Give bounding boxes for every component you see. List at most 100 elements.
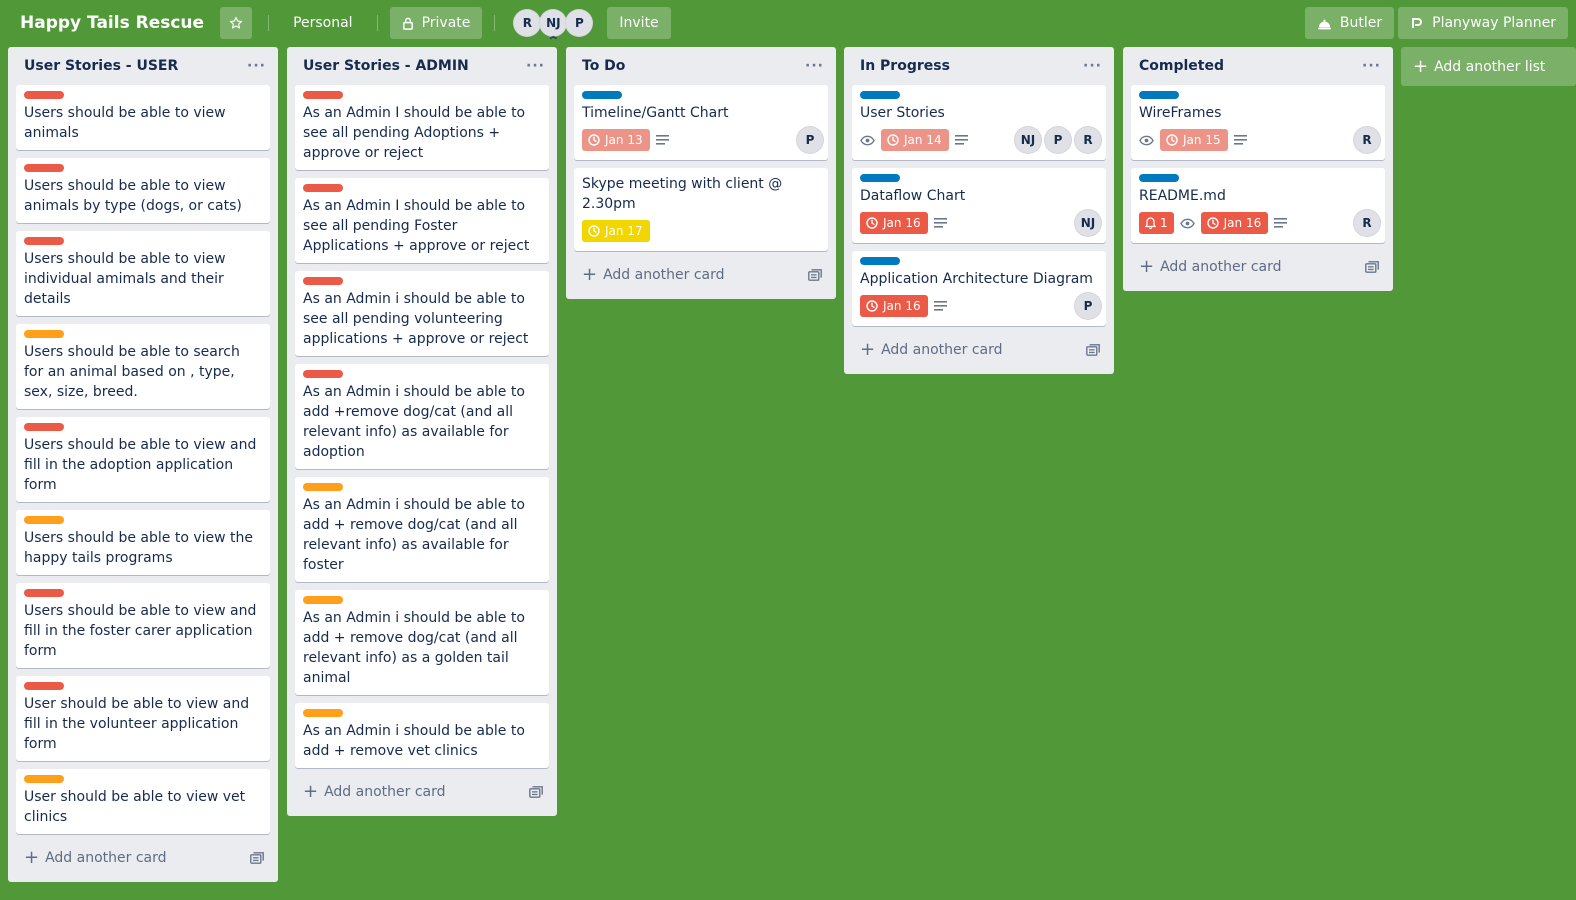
card-label	[24, 589, 64, 597]
member-avatar[interactable]: R	[1353, 209, 1381, 237]
admin-caret-icon: ︽	[549, 32, 557, 40]
add-card-composer[interactable]: + Add another card	[303, 783, 446, 801]
add-card-button[interactable]: + Add another card	[16, 842, 270, 874]
header-divider	[376, 15, 378, 31]
card-template-icon[interactable]	[250, 852, 264, 864]
due-date-badge[interactable]: Jan 15	[1160, 129, 1228, 151]
add-card-composer[interactable]: + Add another card	[582, 266, 725, 284]
team-button[interactable]: Personal	[281, 7, 365, 39]
list-menu-icon[interactable]: ···	[1083, 58, 1102, 74]
add-card-button[interactable]: + Add another card	[574, 259, 828, 291]
card-title: README.md	[1139, 188, 1226, 204]
card[interactable]: User should be able to view and fill in …	[16, 676, 270, 761]
card-title: As an Admin I should be able to see all …	[303, 198, 530, 254]
card[interactable]: Dataflow Chart Jan 16 NJ	[852, 168, 1106, 243]
member-avatar[interactable]: NJ	[1014, 126, 1042, 154]
due-date-badge[interactable]: Jan 16	[860, 295, 928, 317]
due-date-text: Jan 16	[1223, 216, 1262, 230]
add-card-composer[interactable]: + Add another card	[1139, 258, 1282, 276]
card-template-icon[interactable]	[808, 269, 822, 281]
member-avatar[interactable]: P	[1074, 292, 1102, 320]
card[interactable]: Users should be able to view animals	[16, 85, 270, 150]
visibility-button[interactable]: Private	[389, 7, 483, 39]
add-card-button[interactable]: + Add another card	[1131, 251, 1385, 283]
card-label	[1139, 91, 1179, 99]
card-template-icon[interactable]	[529, 786, 543, 798]
card[interactable]: User Stories Jan 14 NJ P R	[852, 85, 1106, 160]
board-title[interactable]: Happy Tails Rescue	[20, 13, 204, 33]
card[interactable]: Users should be able to view and fill in…	[16, 417, 270, 502]
plus-icon: +	[860, 339, 876, 360]
card-template-icon[interactable]	[1086, 344, 1100, 356]
card[interactable]: Skype meeting with client @ 2.30pm Jan 17	[574, 168, 828, 251]
card[interactable]: As an Admin i should be able to add + re…	[295, 477, 549, 582]
due-date-badge[interactable]: Jan 14	[881, 129, 949, 151]
card[interactable]: README.md 1 Jan 16 R	[1131, 168, 1385, 243]
due-date-text: Jan 16	[883, 216, 921, 230]
list-header: Completed ···	[1131, 47, 1385, 85]
member-avatar[interactable]: R	[1074, 126, 1102, 154]
card-title: Application Architecture Diagram	[860, 271, 1093, 287]
card[interactable]: As an Admin i should be able to add + re…	[295, 590, 549, 695]
add-card-composer[interactable]: + Add another card	[24, 849, 167, 867]
list-menu-icon[interactable]: ···	[1362, 58, 1381, 74]
card-title: Users should be able to view animals	[24, 105, 226, 141]
card[interactable]: As an Admin I should be able to see all …	[295, 178, 549, 263]
card-label	[860, 91, 900, 99]
card-label	[303, 91, 343, 99]
clock-icon	[887, 134, 899, 146]
board-members: R NJ ︽ P	[513, 9, 594, 40]
add-list-button[interactable]: + Add another list	[1401, 47, 1576, 86]
card[interactable]: User should be able to view vet clinics	[16, 769, 270, 834]
list-title[interactable]: To Do	[582, 58, 625, 74]
list-menu-icon[interactable]: ···	[247, 58, 266, 74]
card[interactable]: Users should be able to view individual …	[16, 231, 270, 316]
card[interactable]: Users should be able to view animals by …	[16, 158, 270, 223]
description-icon	[1274, 218, 1288, 228]
due-date-badge[interactable]: Jan 17	[582, 220, 650, 242]
member-avatar[interactable]: P	[1044, 126, 1072, 154]
description-icon	[933, 218, 947, 228]
list-title[interactable]: User Stories - USER	[24, 58, 178, 74]
card[interactable]: Application Architecture Diagram Jan 16 P	[852, 251, 1106, 326]
card[interactable]: As an Admin I should be able to see all …	[295, 85, 549, 170]
list-title[interactable]: In Progress	[860, 58, 950, 74]
due-date-badge[interactable]: Jan 16	[1200, 212, 1269, 234]
list-menu-icon[interactable]: ···	[805, 58, 824, 74]
member-avatar[interactable]: R	[1353, 126, 1381, 154]
add-card-button[interactable]: + Add another card	[852, 334, 1106, 366]
card[interactable]: Timeline/Gantt Chart Jan 13 P	[574, 85, 828, 160]
board-header: Happy Tails Rescue Personal Private R NJ…	[0, 0, 1576, 46]
card[interactable]: Users should be able to view and fill in…	[16, 583, 270, 668]
member-avatar[interactable]: P	[565, 9, 594, 37]
due-date-badge[interactable]: Jan 16	[860, 212, 928, 234]
card[interactable]: As an Admin i should be able to see all …	[295, 271, 549, 356]
add-card-composer[interactable]: + Add another card	[860, 341, 1003, 359]
butler-button[interactable]: Butler	[1304, 7, 1395, 39]
member-avatar[interactable]: R	[513, 9, 542, 37]
card-badges: Jan 17	[582, 218, 820, 244]
due-date-badge[interactable]: Jan 13	[582, 129, 650, 151]
invite-button[interactable]: Invite	[607, 7, 671, 39]
watch-eye-icon	[1139, 135, 1154, 146]
card[interactable]: As an Admin i should be able to add + re…	[295, 703, 549, 768]
member-avatar[interactable]: NJ	[1074, 209, 1102, 237]
add-list-label: Add another list	[1434, 58, 1546, 75]
star-button[interactable]	[220, 7, 253, 39]
add-card-button[interactable]: + Add another card	[295, 776, 549, 808]
list-title[interactable]: Completed	[1139, 58, 1224, 74]
card[interactable]: Users should be able to view the happy t…	[16, 510, 270, 575]
bell-icon	[1145, 217, 1156, 229]
member-avatar[interactable]: NJ ︽	[539, 9, 568, 40]
card-template-icon[interactable]	[1365, 261, 1379, 273]
planyway-button[interactable]: Planyway Planner	[1398, 7, 1568, 39]
notification-count: 1	[1160, 216, 1168, 230]
card[interactable]: WireFrames Jan 15 R	[1131, 85, 1385, 160]
card-badges: Jan 16	[860, 210, 1098, 236]
description-icon	[655, 135, 669, 145]
card[interactable]: As an Admin i should be able to add +rem…	[295, 364, 549, 469]
list-title[interactable]: User Stories - ADMIN	[303, 58, 469, 74]
member-avatar[interactable]: P	[796, 126, 824, 154]
list-menu-icon[interactable]: ···	[526, 58, 545, 74]
card[interactable]: Users should be able to search for an an…	[16, 324, 270, 409]
